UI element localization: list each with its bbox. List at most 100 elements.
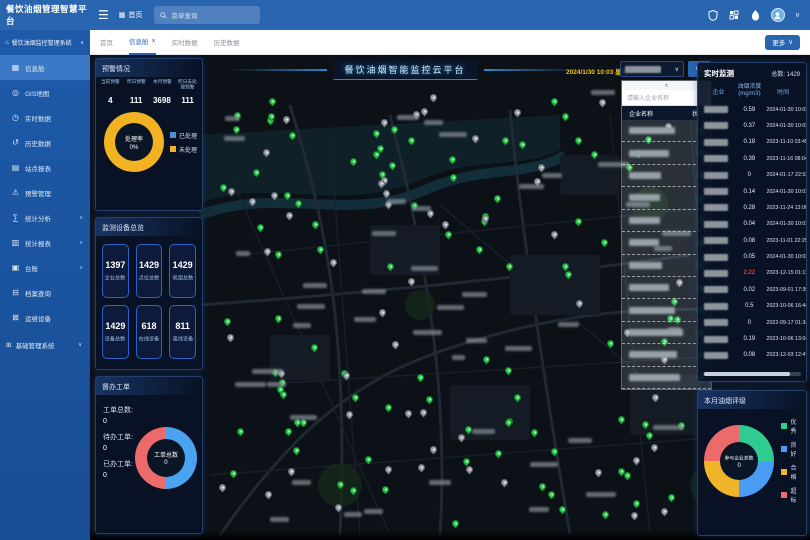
history-icon: ↺	[11, 138, 20, 147]
process-rate-label: 处理率	[125, 134, 143, 143]
company-name-redacted	[629, 239, 659, 246]
compass-icon: ◎	[11, 88, 20, 97]
tab-首页[interactable]: 首页	[100, 30, 113, 55]
map-label-redacted	[591, 90, 614, 95]
sidebar-section-basic[interactable]: ⊞ 基础管理系统 ∨	[0, 330, 90, 358]
map-banner-title: 餐饮油烟智能监控云平台	[333, 60, 478, 80]
ledger-icon: ▣	[11, 263, 20, 272]
tab-label: 首页	[100, 37, 113, 47]
sidebar-item-ledger[interactable]: ▣台账∨	[0, 255, 90, 280]
legend-item: 已处理	[170, 131, 197, 140]
monitor-scrollbar[interactable]	[703, 372, 801, 376]
sidebar-item-report[interactable]: ▤站点报表	[0, 155, 90, 180]
legend-swatch	[781, 446, 787, 452]
monitor-row[interactable]: 0.592024-01-30 10:03:00	[698, 101, 806, 117]
concentration-value: 0	[735, 320, 764, 326]
device-stat-value: 1429	[105, 321, 125, 331]
company-name-redacted	[629, 329, 683, 336]
fullscreen-icon[interactable]	[729, 10, 740, 21]
redacted-box	[704, 122, 728, 129]
reading-time: 2023-09-01 17:39:00	[766, 287, 803, 292]
workorder-panel: 督办工单 工单总数:0待办工单:0已办工单:0 工单总数 0	[95, 376, 203, 534]
tab-实时数据[interactable]: 实时数据	[172, 30, 198, 55]
chevron-down-icon: ∨	[78, 342, 82, 348]
monitor-title: 实时监测	[704, 68, 734, 79]
chevron-down-icon: ∨	[788, 38, 793, 46]
monitor-row[interactable]: 02022-09-17 01:34:00	[698, 314, 806, 330]
map-label-redacted	[224, 136, 245, 141]
tab-历史数据[interactable]: 历史数据	[214, 30, 240, 55]
map-label-redacted	[290, 415, 317, 420]
alert-stat-value: 111	[124, 96, 149, 105]
monitor-row[interactable]: 0.082023-11-01 22:25:00	[698, 233, 806, 249]
sidebar-item-history[interactable]: ↺历史数据	[0, 130, 90, 155]
map-banner: 餐饮油烟智能监控云平台	[230, 60, 580, 80]
chevron-down-icon[interactable]: ∨	[795, 11, 800, 19]
monitor-row[interactable]: 0.52023-10-06 16:44:00	[698, 298, 806, 314]
rating-panel-title: 本月油烟评级	[698, 391, 806, 409]
map-label-redacted	[437, 305, 464, 310]
user-avatar[interactable]	[771, 8, 785, 22]
company-name-redacted	[629, 127, 675, 134]
close-icon[interactable]: ×	[152, 38, 156, 45]
reading-time: 2023-10-06 16:44:00	[766, 304, 803, 309]
sidebar-item-alert[interactable]: ⚠预警管理	[0, 180, 90, 205]
redacted-box	[704, 319, 728, 326]
tabbar: 首页 信息舱× 实时数据历史数据 更多 ∨	[90, 30, 810, 55]
sidebar-item-compass[interactable]: ◎ GIS地图	[0, 80, 90, 105]
map-label-redacted	[411, 266, 438, 271]
redacted-box	[704, 352, 728, 359]
legend-item: 优秀	[781, 417, 802, 435]
monitor-row[interactable]: 02024-01-17 22:53:00	[698, 167, 806, 183]
monitor-row[interactable]: 0.052024-01-30 10:03:00	[698, 249, 806, 265]
sidebar-item-label: GIS地图	[25, 88, 49, 98]
map-area[interactable]: 餐饮油烟智能监控云平台 2024/1/30 10:03 星期二 ∨ ∧ 请输入企…	[90, 55, 810, 540]
monitor-row[interactable]: 2.222023-12-15 01:11:00	[698, 265, 806, 281]
report-icon: ▤	[11, 163, 20, 172]
device-stat-label: 在线设备	[139, 335, 159, 343]
redacted-box	[704, 106, 728, 113]
company-redacted	[698, 352, 735, 359]
sidebar-item-chart[interactable]: ∑统计分析∨	[0, 205, 90, 230]
alert-stats: 当前预警4昨日预警111本月预警3698昨日未处理预警111	[96, 77, 202, 108]
chevron-down-icon: ∨	[79, 240, 83, 246]
notification-icon[interactable]	[750, 10, 761, 21]
monitor-row[interactable]: 0.022023-09-01 17:39:00	[698, 282, 806, 298]
legend-label: 优秀	[790, 417, 802, 435]
legend-label: 超标	[790, 486, 802, 504]
sidebar-section-header[interactable]: ⌂ 餐饮油烟监控管理系统 ∧	[0, 30, 90, 55]
monitor-row[interactable]: 0.042024-01-30 10:03:00	[698, 216, 806, 232]
more-label: 更多	[772, 37, 785, 47]
concentration-value: 0.39	[735, 156, 764, 162]
monitor-row[interactable]: 0.282023-11-24 13:00:00	[698, 200, 806, 216]
device-stat-box: 1397企业总数	[102, 244, 129, 298]
map-label-redacted	[568, 438, 592, 443]
shield-icon[interactable]	[708, 10, 719, 21]
sidebar-item-clock[interactable]: ◷实时数据	[0, 105, 90, 130]
concentration-value: 0.08	[735, 352, 764, 358]
map-label-redacted	[364, 509, 383, 514]
company-select[interactable]: ∨	[620, 61, 684, 77]
home-breadcrumb[interactable]: ▦ 首页	[119, 10, 143, 20]
concentration-value: 0.37	[735, 123, 764, 129]
monitor-columns: 企业油烟浓度 (mg/m3)时间	[698, 82, 806, 101]
monitor-row[interactable]: 0.082023-12-03 12:47:00	[698, 347, 806, 363]
monitor-row[interactable]: 0.182023-11-10 03:45:00	[698, 134, 806, 150]
monitor-row[interactable]: 0.192023-10-06 13:04:00	[698, 331, 806, 347]
map-label-redacted	[354, 317, 376, 322]
sidebar-section2-title: 基础管理系统	[15, 340, 54, 350]
tab-信息舱[interactable]: 信息舱×	[129, 30, 156, 55]
monitor-rows: 0.592024-01-30 10:03:000.372024-01-30 10…	[698, 101, 806, 370]
sidebar-item-archive[interactable]: ⊟档案查询	[0, 280, 90, 305]
sidebar-item-dashboard[interactable]: ▦信息舱	[0, 55, 90, 80]
monitor-row[interactable]: 0.392023-11-16 08:04:00	[698, 151, 806, 167]
more-button[interactable]: 更多 ∨	[765, 35, 800, 50]
menu-search-input[interactable]: 菜单查询	[154, 6, 260, 24]
legend-item: 超标	[781, 486, 802, 504]
sidebar-item-device[interactable]: ⊠运维设备	[0, 305, 90, 330]
monitor-row[interactable]: 0.372024-01-30 10:03:00	[698, 118, 806, 134]
monitor-row[interactable]: 0.142024-01-30 10:03:00	[698, 183, 806, 199]
menu-toggle-icon[interactable]: ☰	[98, 8, 109, 22]
redacted-box	[704, 204, 728, 211]
sidebar-item-doc[interactable]: ▥统计报表∨	[0, 230, 90, 255]
